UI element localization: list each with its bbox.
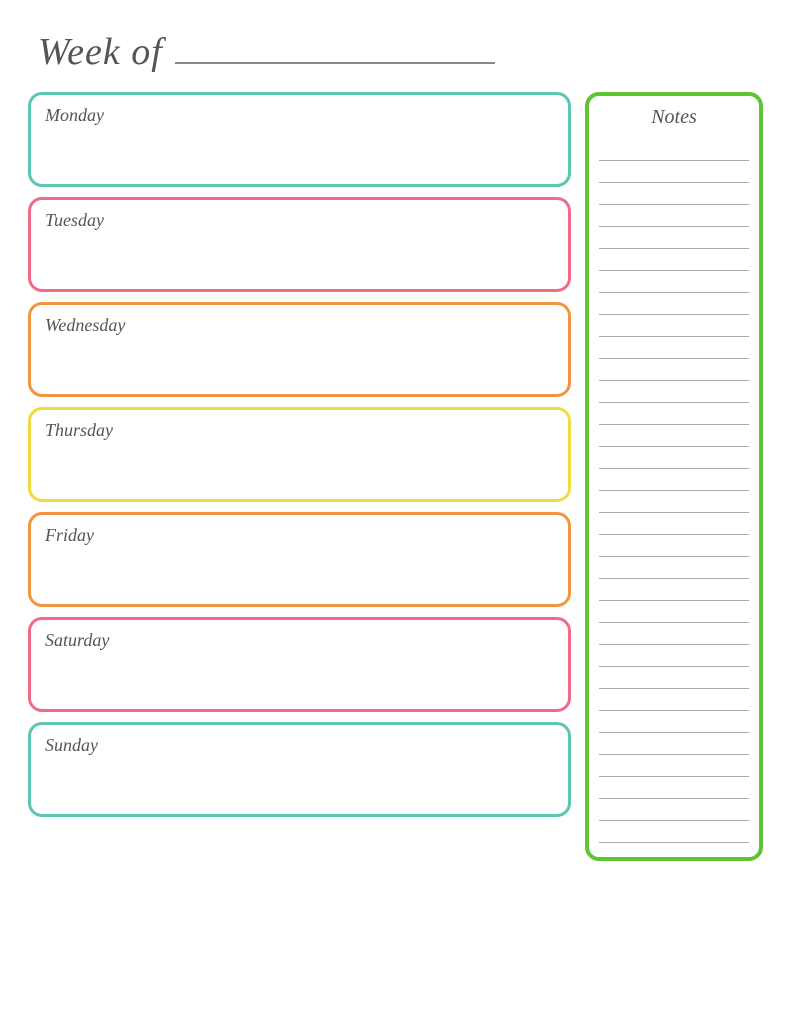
notes-line	[599, 381, 749, 403]
notes-line	[599, 315, 749, 337]
notes-line	[599, 183, 749, 205]
notes-line	[599, 601, 749, 623]
notes-line	[599, 293, 749, 315]
day-label-monday: Monday	[45, 105, 554, 126]
notes-line	[599, 425, 749, 447]
notes-line	[599, 645, 749, 667]
notes-line	[599, 139, 749, 161]
notes-line	[599, 711, 749, 733]
notes-line	[599, 821, 749, 843]
day-label-saturday: Saturday	[45, 630, 554, 651]
day-box-friday[interactable]: Friday	[28, 512, 571, 607]
notes-line	[599, 447, 749, 469]
day-box-thursday[interactable]: Thursday	[28, 407, 571, 502]
notes-line	[599, 557, 749, 579]
day-label-sunday: Sunday	[45, 735, 554, 756]
notes-line	[599, 403, 749, 425]
notes-line	[599, 337, 749, 359]
day-label-wednesday: Wednesday	[45, 315, 554, 336]
notes-line	[599, 535, 749, 557]
notes-line	[599, 205, 749, 227]
notes-line	[599, 513, 749, 535]
day-label-friday: Friday	[45, 525, 554, 546]
day-box-wednesday[interactable]: Wednesday	[28, 302, 571, 397]
week-of-line	[175, 62, 495, 64]
page-header: Week of	[28, 30, 763, 74]
week-of-label: Week of	[38, 30, 163, 74]
notes-line	[599, 777, 749, 799]
notes-line	[599, 227, 749, 249]
notes-line	[599, 623, 749, 645]
day-box-saturday[interactable]: Saturday	[28, 617, 571, 712]
notes-line	[599, 689, 749, 711]
notes-line	[599, 491, 749, 513]
main-layout: Monday Tuesday Wednesday Thursday Friday Satu…	[28, 92, 763, 861]
notes-line	[599, 359, 749, 381]
day-label-tuesday: Tuesday	[45, 210, 554, 231]
notes-line	[599, 667, 749, 689]
notes-line	[599, 755, 749, 777]
days-column: Monday Tuesday Wednesday Thursday Friday Satu…	[28, 92, 571, 817]
notes-line	[599, 733, 749, 755]
notes-line	[599, 161, 749, 183]
notes-title: Notes	[651, 106, 697, 129]
notes-panel[interactable]: Notes	[585, 92, 763, 861]
day-label-thursday: Thursday	[45, 420, 554, 441]
notes-line	[599, 799, 749, 821]
day-box-tuesday[interactable]: Tuesday	[28, 197, 571, 292]
day-box-monday[interactable]: Monday	[28, 92, 571, 187]
notes-line	[599, 271, 749, 293]
notes-line	[599, 579, 749, 601]
notes-line	[599, 249, 749, 271]
notes-lines	[599, 139, 749, 843]
day-box-sunday[interactable]: Sunday	[28, 722, 571, 817]
notes-line	[599, 469, 749, 491]
